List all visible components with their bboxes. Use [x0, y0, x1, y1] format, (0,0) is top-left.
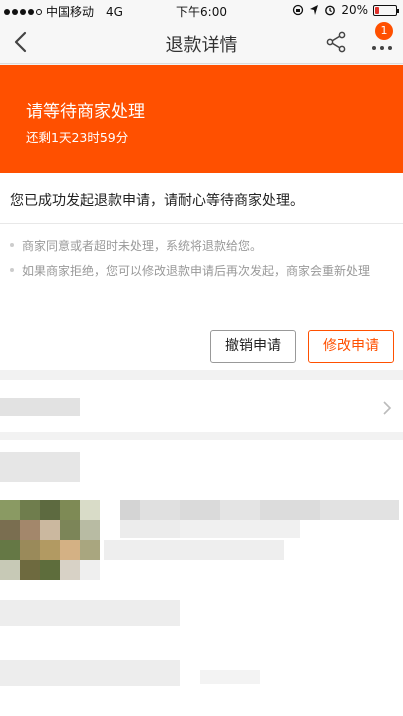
- orientation-lock-icon: [293, 4, 304, 16]
- status-banner: 请等待商家处理 还剩1天23时59分: [0, 65, 403, 173]
- bullet-icon: [10, 242, 14, 247]
- blurred-text: [0, 600, 180, 626]
- tip-text: 商家同意或者超时未处理，系统将退款给您。: [22, 239, 263, 253]
- blurred-text: [0, 452, 80, 482]
- banner-heading: 请等待商家处理: [26, 102, 145, 122]
- notification-badge: 1: [375, 22, 393, 40]
- divider: [0, 223, 403, 224]
- navigation-bar: 退款详情 1: [0, 20, 403, 64]
- chevron-right-icon: [383, 401, 392, 415]
- tip-text: 如果商家拒绝，您可以修改退款申请后再次发起，商家会重新处理: [22, 264, 371, 278]
- blurred-text: [200, 670, 260, 684]
- bullet-icon: [10, 267, 14, 272]
- refund-message: 您已成功发起退款申请，请耐心等待商家处理。: [10, 193, 304, 209]
- alarm-icon: [325, 5, 336, 16]
- blurred-shop-row[interactable]: [0, 380, 403, 432]
- location-icon: [310, 5, 319, 15]
- tip-item: 商家同意或者超时未处理，系统将退款给您。: [10, 237, 390, 256]
- blurred-product-title: [104, 500, 399, 560]
- refund-info-card: 您已成功发起退款申请，请耐心等待商家处理。 商家同意或者超时未处理，系统将退款给…: [0, 173, 403, 370]
- modify-request-button[interactable]: 修改申请: [308, 330, 394, 363]
- status-bar: 中国移动 4G 下午6:00 20%: [0, 0, 403, 20]
- status-right: 20%: [292, 3, 399, 17]
- battery-icon: [373, 4, 399, 16]
- blurred-order-section: [0, 440, 403, 716]
- cancel-request-button[interactable]: 撤销申请: [210, 330, 296, 363]
- banner-countdown: 还剩1天23时59分: [26, 130, 129, 145]
- share-icon[interactable]: [324, 30, 348, 54]
- battery-percent: 20%: [341, 3, 368, 17]
- blurred-product-image: [0, 500, 100, 580]
- blurred-text: [0, 398, 80, 416]
- blurred-text: [0, 660, 180, 686]
- tip-item: 如果商家拒绝，您可以修改退款申请后再次发起，商家会重新处理: [10, 262, 390, 281]
